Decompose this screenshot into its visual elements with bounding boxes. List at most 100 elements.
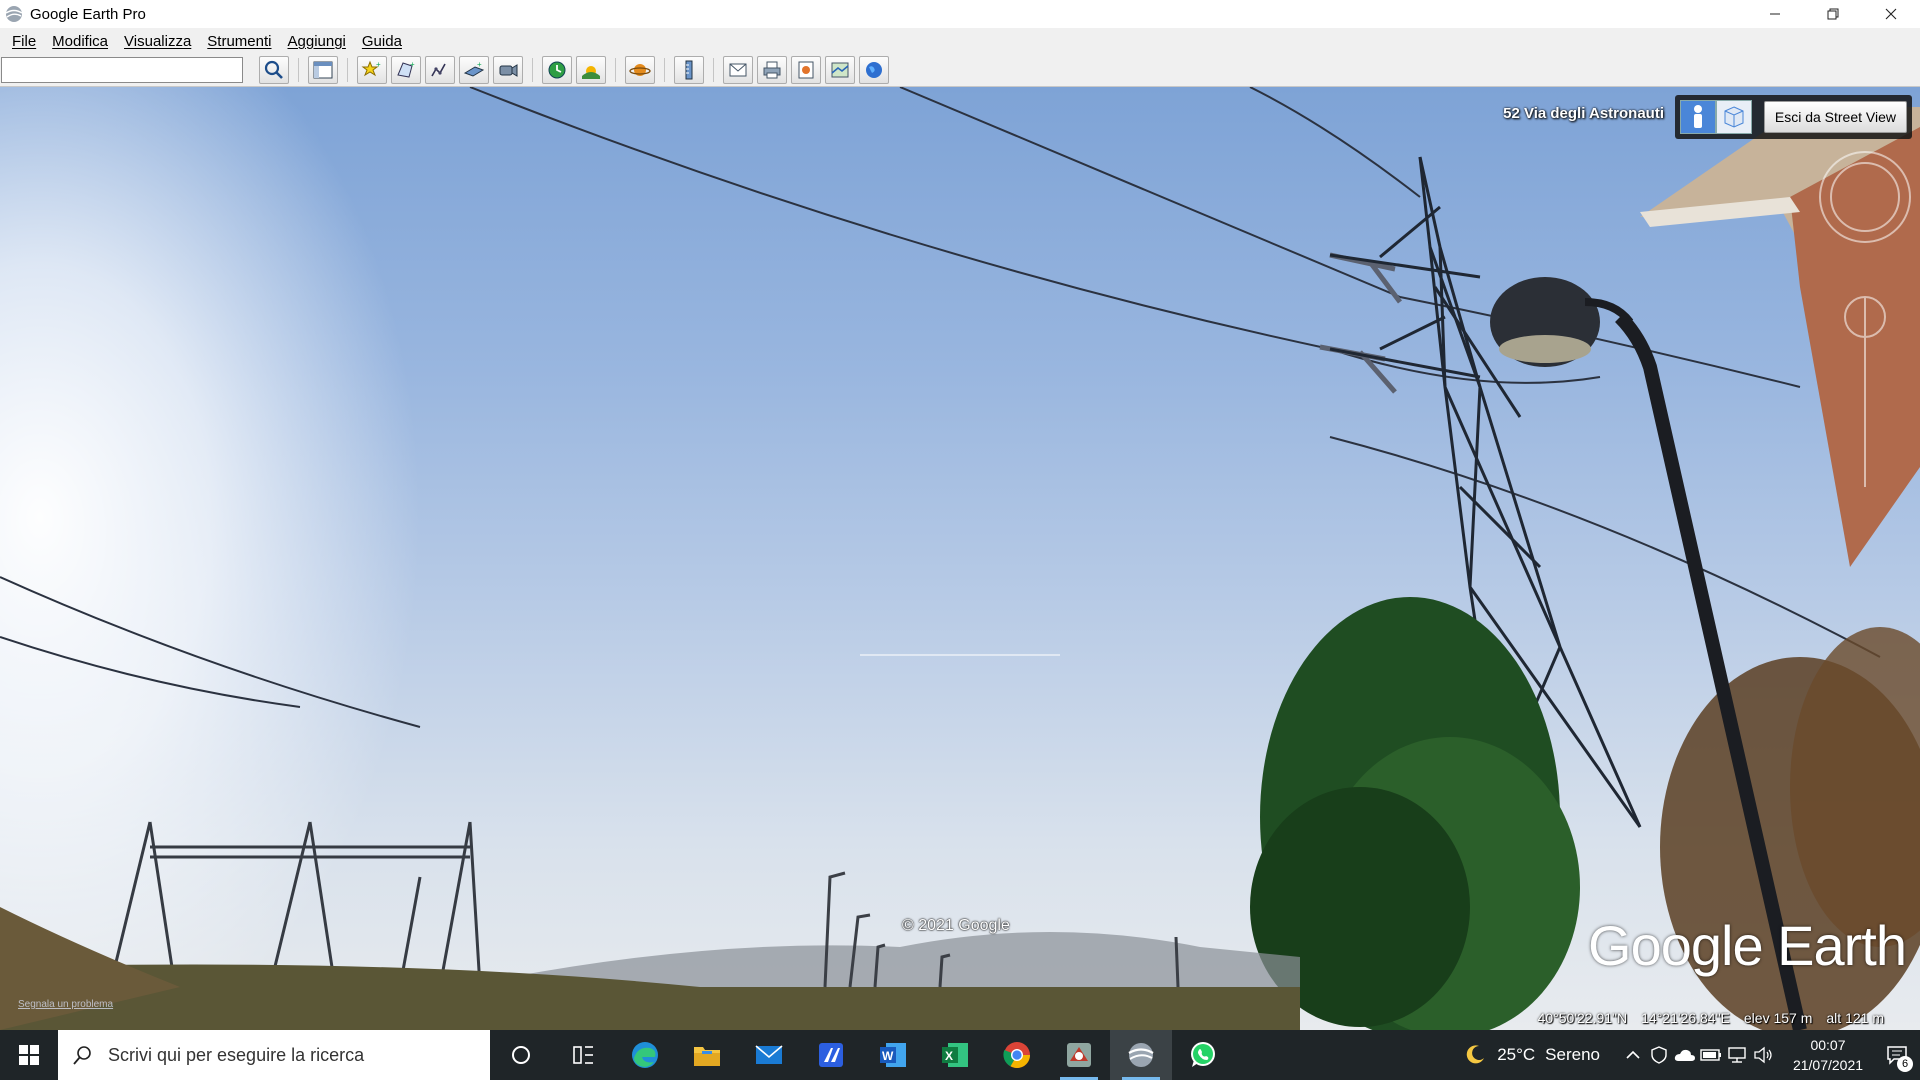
image-overlay-icon: + — [463, 60, 485, 77]
svg-text:+: + — [376, 60, 381, 69]
email-button[interactable] — [723, 56, 753, 84]
svg-text:W: W — [882, 1049, 894, 1063]
search-input[interactable] — [1, 57, 243, 83]
show-hidden-icons-button[interactable] — [1620, 1030, 1646, 1080]
save-image-button[interactable] — [791, 56, 821, 84]
menu-aggiungi[interactable]: Aggiungi — [280, 33, 354, 50]
task-view-icon — [573, 1046, 593, 1064]
task-view-button[interactable] — [552, 1030, 614, 1080]
exit-street-view-button[interactable]: Esci da Street View — [1763, 101, 1907, 133]
menu-strumenti[interactable]: Strumenti — [199, 33, 279, 50]
security-tray-button[interactable] — [1646, 1030, 1672, 1080]
cortana-button[interactable] — [490, 1030, 552, 1080]
toolbar-separator — [713, 58, 714, 82]
taskbar-search-placeholder: Scrivi qui per eseguire la ricerca — [108, 1044, 365, 1065]
cube-icon — [1724, 106, 1744, 128]
window-title: Google Earth Pro — [30, 5, 146, 23]
elevation-value: 157 m — [1773, 1010, 1813, 1026]
planets-button[interactable] — [625, 56, 655, 84]
planets-icon — [629, 64, 651, 76]
file-explorer-button[interactable] — [676, 1030, 738, 1080]
word-icon: W — [880, 1043, 906, 1067]
chrome-icon — [1003, 1042, 1031, 1069]
add-path-button[interactable] — [425, 56, 455, 84]
copyright-text: © 2021 Google — [902, 917, 1010, 934]
add-image-overlay-button[interactable]: + — [459, 56, 489, 84]
altitude-value: 121 m — [1845, 1010, 1884, 1026]
menu-bar: File Modifica Visualizza Strumenti Aggiu… — [0, 28, 1920, 54]
clock[interactable]: 00:07 21/07/2021 — [1782, 1035, 1874, 1075]
toolbar-separator — [664, 58, 665, 82]
ruler-button[interactable] — [674, 56, 704, 84]
title-bar: Google Earth Pro — [0, 0, 1920, 28]
whatsapp-icon — [1191, 1042, 1215, 1067]
placemark-icon: + — [361, 60, 381, 77]
whatsapp-button[interactable] — [1172, 1030, 1234, 1080]
edge-icon — [632, 1042, 658, 1068]
moon-icon — [1466, 1045, 1485, 1064]
battery-tray-button[interactable] — [1698, 1030, 1724, 1080]
report-problem-link[interactable]: Segnala un problema — [18, 999, 113, 1010]
sunlight-button[interactable] — [576, 56, 606, 84]
view-in-maps-icon — [831, 62, 849, 78]
desktop: Google Earth Pro File Modifica Visualizz… — [0, 0, 1920, 1080]
svg-text:+: + — [410, 60, 415, 69]
file-explorer-icon — [694, 1047, 720, 1066]
print-button[interactable] — [757, 56, 787, 84]
restore-button[interactable] — [1804, 0, 1862, 28]
menu-file[interactable]: File — [4, 33, 44, 50]
mail-button[interactable] — [738, 1030, 800, 1080]
street-view-scene — [0, 87, 1920, 1030]
clock-time: 00:07 — [1810, 1037, 1846, 1053]
menu-visualizza[interactable]: Visualizza — [116, 33, 199, 50]
polygon-icon: + — [397, 60, 415, 78]
svg-text:X: X — [945, 1049, 953, 1063]
start-button[interactable] — [0, 1030, 58, 1080]
close-button[interactable] — [1862, 0, 1920, 28]
minimize-button[interactable] — [1746, 0, 1804, 28]
svg-text:+: + — [477, 60, 482, 69]
excel-button[interactable]: X — [924, 1030, 986, 1080]
onedrive-tray-button[interactable] — [1672, 1030, 1698, 1080]
taskbar-search[interactable]: Scrivi qui per eseguire la ricerca — [58, 1030, 490, 1080]
street-view-viewport[interactable]: 52 Via degli Astronauti Esci da Street V… — [0, 87, 1920, 1030]
weather-widget[interactable]: 25°C Sereno — [1463, 1043, 1600, 1067]
add-placemark-button[interactable]: + — [357, 56, 387, 84]
elevation-label: elev — [1743, 1010, 1770, 1026]
word-button[interactable]: W — [862, 1030, 924, 1080]
cloud-icon — [1674, 1049, 1695, 1061]
edge-button[interactable] — [614, 1030, 676, 1080]
speaker-icon — [1754, 1046, 1772, 1064]
view-in-maps-button[interactable] — [825, 56, 855, 84]
search-button[interactable] — [259, 56, 289, 84]
notification-center-button[interactable]: 6 — [1874, 1030, 1920, 1080]
street-view-controls: Esci da Street View — [1674, 95, 1912, 139]
app-button-2[interactable] — [1048, 1030, 1110, 1080]
google-earth-taskbar-button[interactable] — [1110, 1030, 1172, 1080]
menu-modifica[interactable]: Modifica — [44, 33, 116, 50]
earth-button[interactable] — [859, 56, 889, 84]
volume-tray-button[interactable] — [1750, 1030, 1776, 1080]
chrome-button[interactable] — [986, 1030, 1048, 1080]
network-tray-button[interactable] — [1724, 1030, 1750, 1080]
weather-condition: Sereno — [1545, 1045, 1600, 1064]
path-icon — [431, 63, 446, 77]
longitude: 14°21'26.84"E — [1641, 1010, 1730, 1026]
record-tour-button[interactable] — [493, 56, 523, 84]
menu-guida[interactable]: Guida — [354, 33, 410, 50]
pegman-icon — [1693, 105, 1702, 128]
google-earth-icon — [5, 6, 23, 22]
pegman-mode-button[interactable] — [1679, 100, 1716, 134]
app-button[interactable] — [800, 1030, 862, 1080]
excel-icon: X — [942, 1043, 968, 1067]
window-controls — [1746, 0, 1920, 28]
status-bar: 40°50'22.91"N 14°21'26.84"E elev 157 m a… — [1538, 1006, 1920, 1030]
historical-imagery-button[interactable] — [542, 56, 572, 84]
sidebar-toggle-button[interactable] — [308, 56, 338, 84]
ground-view-button[interactable] — [1715, 100, 1752, 134]
close-icon — [1885, 8, 1897, 20]
email-icon — [729, 63, 747, 77]
toolbar-separator — [532, 58, 533, 82]
mail-icon — [755, 1045, 783, 1064]
add-polygon-button[interactable]: + — [391, 56, 421, 84]
